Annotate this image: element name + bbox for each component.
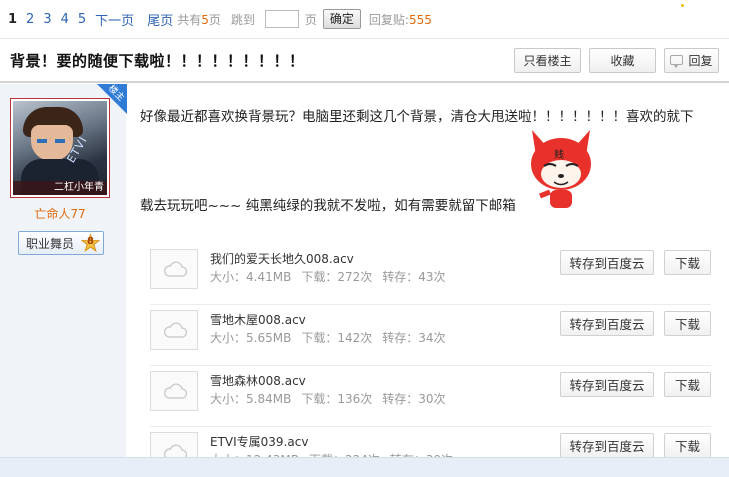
pagination-bar: 1 2 3 4 5 下一页 尾页 共有5页 跳到 页 确定 回复贴:555 [0, 0, 729, 38]
attachment-name[interactable]: ETVI专属039.acv [210, 433, 308, 450]
reply-button[interactable]: 回复 [664, 47, 719, 73]
attachment-item: 雪地森林008.acv 大小：5.84MB 下载：136次 转存：30次 转存到百度… [150, 366, 711, 427]
level-star-icon: 8 [80, 232, 101, 253]
post-content: 好像最近都喜欢换背景玩？电脑里还剩这几个背景，清仓大甩送啦！！！！！！！喜欢的就… [126, 84, 729, 477]
rank-badge[interactable]: 职业舞员 8 [18, 231, 104, 255]
jump-suffix: 页 [304, 12, 317, 27]
total-pages: 共有5页 [177, 11, 221, 28]
attachment-saves: 转存：43次 [382, 270, 446, 284]
author-username[interactable]: 亡命人77 [0, 205, 120, 222]
download-button[interactable]: 下载 [664, 250, 711, 275]
total-suffix: 页 [208, 12, 221, 27]
rank-title: 职业舞员 [26, 236, 75, 251]
reply-count: 555 [408, 12, 432, 27]
save-to-cloud-button[interactable]: 转存到百度云 [560, 372, 654, 397]
next-page-link[interactable]: 下一页 [95, 10, 134, 29]
rank-level: 8 [87, 236, 94, 247]
jump-page-input[interactable] [264, 10, 299, 28]
total-prefix: 共有 [177, 12, 202, 27]
jump-label: 跳到 [230, 12, 255, 27]
save-to-cloud-button[interactable]: 转存到百度云 [560, 250, 654, 275]
fox-emoticon-icon: 贱 [526, 126, 596, 210]
download-button[interactable]: 下载 [664, 433, 711, 458]
attachment-size: 大小：5.84MB [210, 392, 292, 406]
page-link-4[interactable]: 4 [61, 12, 69, 27]
thread-title: 背景！要的随便下载啦！！！！！！！！！ [10, 51, 305, 70]
save-to-cloud-button[interactable]: 转存到百度云 [560, 433, 654, 458]
confirm-button[interactable]: 确定 [322, 9, 361, 29]
last-page-link[interactable]: 尾页 [147, 10, 173, 29]
reply-label: 回复贴: [368, 12, 409, 27]
attachment-downloads: 下载：136次 [301, 392, 373, 406]
favorite-button[interactable]: 收藏 [589, 47, 656, 73]
download-button[interactable]: 下载 [664, 372, 711, 397]
author-sidebar: ETVI 二杠小年青 楼主 亡命人77 职业舞员 8 [0, 84, 127, 477]
attachment-name[interactable]: 我们的爱天长地久008.acv [210, 250, 354, 267]
reply-button-label: 回复 [688, 53, 713, 68]
post-text-line-1: 好像最近都喜欢换背景玩？电脑里还剩这几个背景，清仓大甩送啦！！！！！！！喜欢的就… [140, 109, 694, 125]
emoticon-text: 贱 [554, 148, 564, 161]
total-count: 5 [201, 12, 209, 27]
attachment-saves: 转存：30次 [382, 392, 446, 406]
cloud-file-icon [150, 310, 198, 350]
attachment-meta: 大小：4.41MB 下载：272次 转存：43次 [210, 268, 456, 285]
cloud-file-icon [150, 249, 198, 289]
only-owner-button[interactable]: 只看楼主 [514, 47, 581, 73]
attachment-meta: 大小：5.84MB 下载：136次 转存：30次 [210, 390, 456, 407]
post-text-line-2: 载去玩玩吧~~~ 纯黑纯绿的我就不发啦，如有需要就留下邮箱 [140, 198, 516, 214]
page-link-5[interactable]: 5 [78, 12, 86, 27]
cloud-file-icon [150, 371, 198, 411]
page-link-2[interactable]: 2 [26, 12, 34, 27]
attachment-name[interactable]: 雪地木屋008.acv [210, 311, 306, 328]
page-current: 1 [8, 11, 18, 27]
attachment-downloads: 下载：272次 [301, 270, 373, 284]
save-to-cloud-button[interactable]: 转存到百度云 [560, 311, 654, 336]
attachment-saves: 转存：34次 [382, 331, 446, 345]
decorative-dot [681, 4, 684, 7]
attachment-item: 雪地木屋008.acv 大小：5.65MB 下载：142次 转存：34次 转存到百度… [150, 305, 711, 366]
bottom-bar [0, 457, 729, 477]
attachment-meta: 大小：5.65MB 下载：142次 转存：34次 [210, 329, 456, 346]
owner-badge: 楼主 [93, 84, 127, 118]
attachment-item: 我们的爱天长地久008.acv 大小：4.41MB 下载：272次 转存：43次 转… [150, 244, 711, 305]
thread-title-bar: 背景！要的随便下载啦！！！！！！！！！ 只看楼主 收藏 回复 [0, 38, 729, 83]
page-link-3[interactable]: 3 [43, 12, 51, 27]
reply-icon [670, 55, 684, 68]
attachment-name[interactable]: 雪地森林008.acv [210, 372, 306, 389]
attachment-downloads: 下载：142次 [301, 331, 373, 345]
attachment-size: 大小：4.41MB [210, 270, 292, 284]
reply-count-label: 回复贴:555 [369, 11, 432, 28]
attachment-size: 大小：5.65MB [210, 331, 292, 345]
avatar-caption: 二杠小年青 [13, 181, 107, 195]
download-button[interactable]: 下载 [664, 311, 711, 336]
